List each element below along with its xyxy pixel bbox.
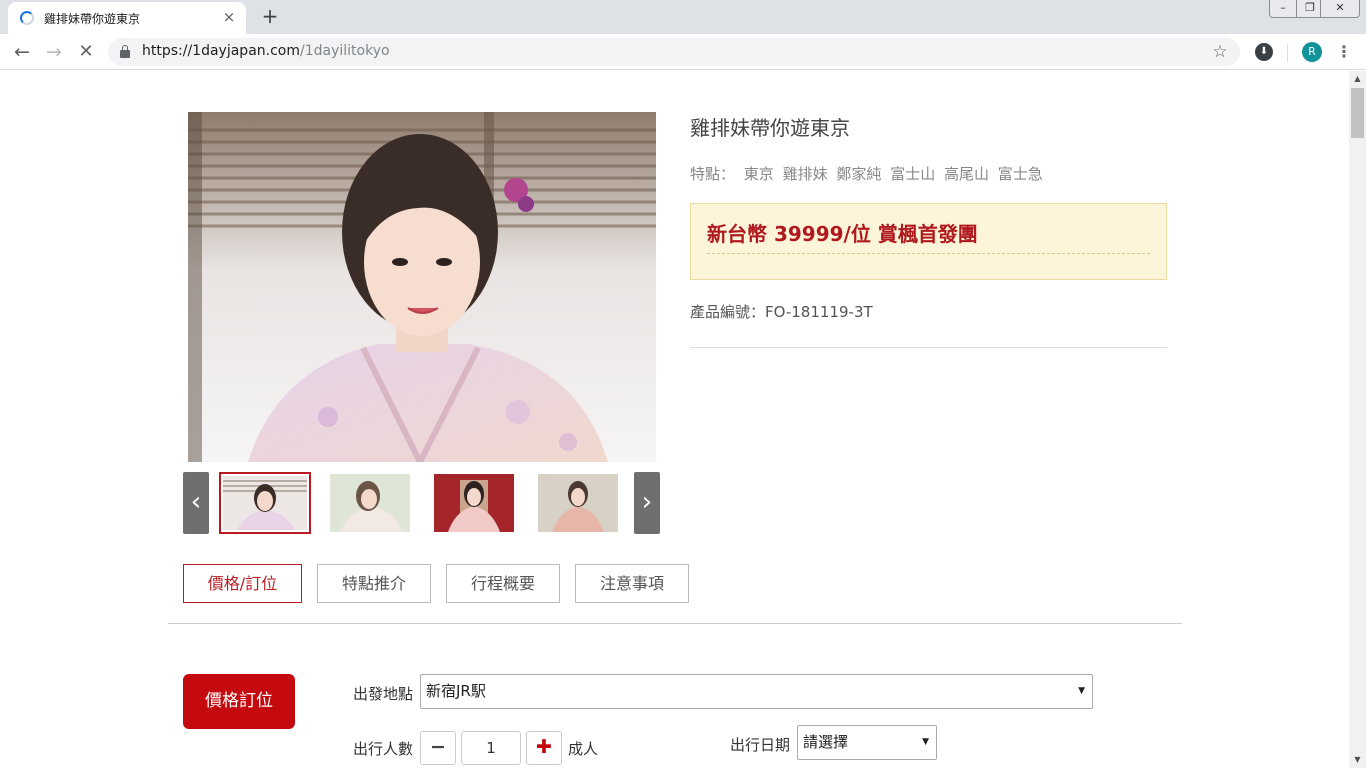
more-menu-icon[interactable]: ⋮ (1336, 41, 1352, 63)
tab-notes[interactable]: 注意事項 (575, 564, 689, 603)
close-window-button[interactable]: ✕ (1320, 0, 1360, 18)
price-booking-button[interactable]: 價格訂位 (183, 674, 295, 729)
loading-spinner-icon (20, 11, 34, 25)
browser-tab[interactable]: 雞排妹帶你遊東京 × (8, 2, 246, 34)
departure-selected-value: 新宿JR駅 (426, 682, 486, 700)
product-code: 產品編號：FO-181119-3T (690, 303, 873, 321)
decrease-quantity-button[interactable]: − (420, 731, 456, 765)
feature-tag: 雞排妹 (782, 165, 828, 183)
price-box: 新台幣 39999/位 賞楓首發團 (690, 203, 1167, 280)
page-scrollbar[interactable]: ▲ ▼ (1349, 71, 1366, 768)
minimize-window-button[interactable]: – (1269, 0, 1297, 18)
dropdown-caret-icon: ▼ (922, 737, 929, 747)
tab-title: 雞排妹帶你遊東京 (44, 12, 141, 26)
gallery-prev-button[interactable]: ‹ (183, 472, 209, 534)
address-bar[interactable]: https://1dayjapan.com/1dayilitokyo ☆ (108, 38, 1240, 66)
feature-tag: 鄭家純 (836, 165, 882, 183)
feature-tag: 富士急 (997, 165, 1043, 183)
lock-icon[interactable] (120, 45, 130, 58)
gallery-next-button[interactable]: › (634, 472, 660, 534)
forward-arrow-icon[interactable]: → (40, 38, 68, 66)
toolbar-divider (1287, 44, 1288, 62)
price-text: 新台幣 39999/位 賞楓首發團 (707, 222, 978, 246)
stop-loading-icon[interactable]: ✕ (72, 38, 100, 66)
url-text[interactable]: https://1dayjapan.com/1dayilitokyo (142, 43, 390, 59)
feature-tag: 高尾山 (943, 165, 989, 183)
increase-quantity-button[interactable]: ✚ (526, 731, 562, 765)
price-divider (707, 253, 1150, 254)
departure-select[interactable]: 新宿JR駅 ▼ (420, 674, 1093, 709)
gallery-thumbnail[interactable] (538, 474, 618, 532)
browser-tab-strip: 雞排妹帶你遊東京 × + – ❐ ✕ (0, 0, 1366, 34)
adult-unit-label: 成人 (568, 740, 599, 758)
main-product-photo (188, 112, 656, 462)
tabs-divider (168, 623, 1182, 624)
bookmark-star-icon[interactable]: ☆ (1208, 40, 1232, 64)
info-divider (690, 347, 1167, 348)
quantity-input[interactable]: 1 (461, 731, 521, 765)
feature-tag: 東京 (743, 165, 774, 183)
people-label: 出行人數 (353, 740, 414, 758)
new-tab-button[interactable]: + (258, 5, 282, 29)
tab-itinerary[interactable]: 行程概要 (446, 564, 560, 603)
back-arrow-icon[interactable]: ← (8, 38, 36, 66)
date-label: 出行日期 (730, 736, 791, 754)
scrollbar-thumb[interactable] (1351, 88, 1364, 138)
close-tab-icon[interactable]: × (220, 8, 238, 26)
scroll-down-arrow-icon[interactable]: ▼ (1349, 752, 1366, 768)
feature-tag: 富士山 (890, 165, 936, 183)
features-label: 特點： (690, 165, 736, 183)
scroll-up-arrow-icon[interactable]: ▲ (1349, 71, 1366, 87)
gallery-thumbnail[interactable] (434, 474, 514, 532)
tab-features[interactable]: 特點推介 (317, 564, 431, 603)
gallery-thumbnail[interactable] (219, 472, 311, 534)
dropdown-caret-icon: ▼ (1078, 686, 1085, 696)
product-title: 雞排妹帶你遊東京 (690, 116, 850, 140)
gallery-thumbnail[interactable] (330, 474, 410, 532)
date-selected-value: 請選擇 (803, 733, 849, 751)
profile-avatar[interactable]: R (1302, 42, 1322, 62)
date-select[interactable]: 請選擇 ▼ (797, 725, 937, 760)
tab-price-booking[interactable]: 價格/訂位 (183, 564, 302, 603)
download-extension-icon[interactable]: ⬇ (1255, 43, 1273, 61)
departure-label: 出發地點 (353, 685, 414, 703)
browser-toolbar: ← → ✕ https://1dayjapan.com/1dayilitokyo… (0, 34, 1366, 70)
product-features: 特點： 東京 雞排妹 鄭家純 富士山 高尾山 富士急 (690, 163, 1043, 184)
